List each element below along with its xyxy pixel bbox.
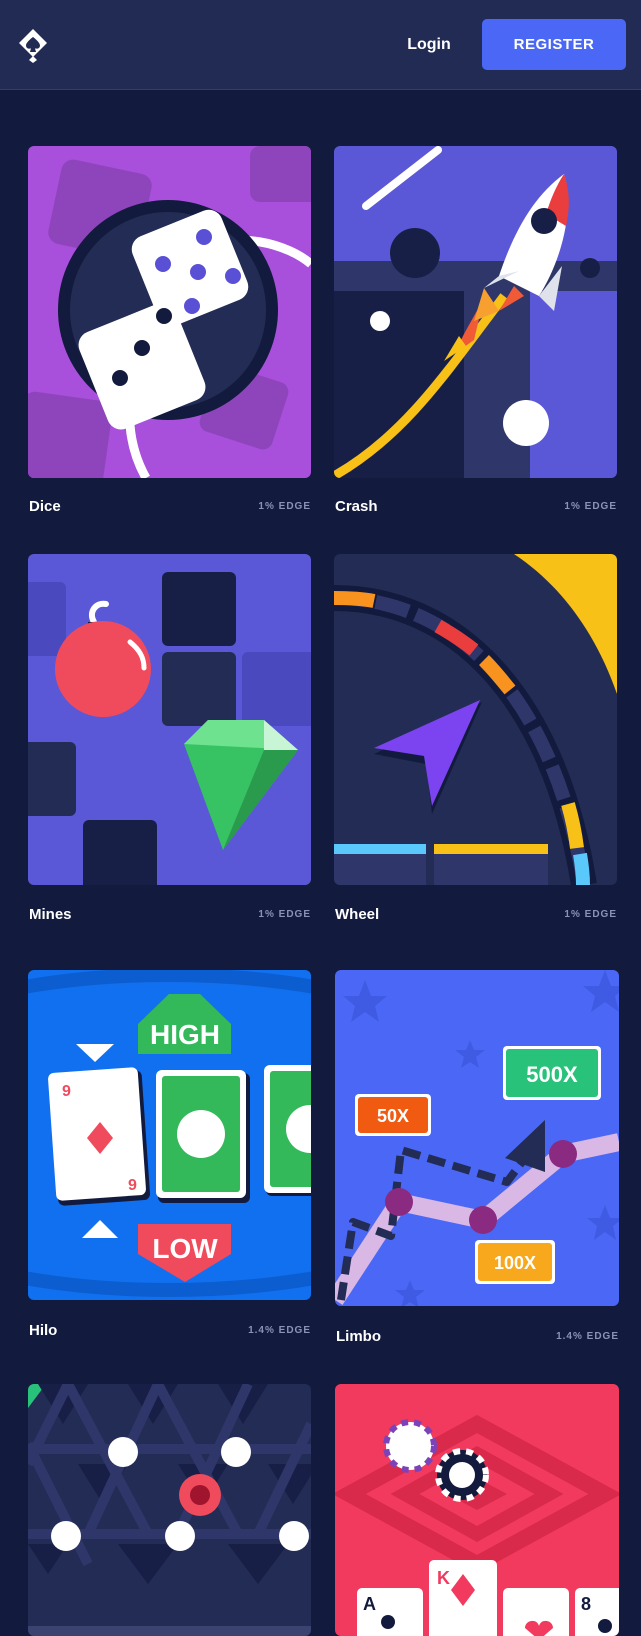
game-card-mines[interactable]: Mines 1% EDGE [28, 554, 311, 924]
house-edge-label: 1.4% EDGE [556, 1331, 619, 1342]
dice-thumbnail[interactable] [28, 146, 311, 478]
game-card-hilo[interactable]: HIGH LOW 9 9 Hilo 1.4% EDGE [28, 970, 311, 1340]
playing-card-nine: 9 9 [48, 1067, 151, 1206]
multiplier-label: 100X [494, 1253, 536, 1273]
house-edge-label: 1% EDGE [564, 909, 617, 920]
game-card-wheel[interactable]: Wheel 1% EDGE [334, 554, 617, 924]
card-rank: 8 [581, 1594, 591, 1614]
register-button[interactable]: REGISTER [482, 19, 626, 70]
game-name: Dice [29, 498, 61, 515]
house-edge-label: 1.4% EDGE [248, 1325, 311, 1336]
game-name: Hilo [29, 1322, 58, 1339]
house-edge-label: 1% EDGE [258, 909, 311, 920]
card-rank: A [363, 1594, 376, 1614]
plinko-thumbnail[interactable] [28, 1384, 311, 1636]
game-card-video-poker[interactable]: K A 8 [335, 1384, 619, 1636]
card-rank-bottom: 9 [128, 1177, 137, 1194]
wheel-thumbnail[interactable] [334, 554, 617, 885]
spade-icon [381, 1615, 395, 1629]
high-label: HIGH [150, 1019, 220, 1050]
top-bar: Login REGISTER [0, 0, 641, 90]
video-poker-thumbnail[interactable]: K A 8 [335, 1384, 619, 1636]
house-edge-label: 1% EDGE [258, 501, 311, 512]
limbo-thumbnail[interactable]: 50X 500X 100X [335, 970, 619, 1306]
crash-thumbnail[interactable] [334, 146, 617, 478]
spade-icon [598, 1619, 612, 1633]
chip-icon [383, 1419, 437, 1473]
game-name: Crash [335, 498, 378, 515]
low-label: LOW [152, 1233, 218, 1264]
game-name: Wheel [335, 906, 380, 923]
chip-icon [435, 1448, 489, 1502]
house-edge-label: 1% EDGE [564, 501, 617, 512]
card-rank: K [437, 1568, 450, 1588]
multiplier-label: 500X [526, 1062, 578, 1087]
game-name: Limbo [336, 1328, 381, 1345]
login-button[interactable]: Login [380, 24, 478, 66]
card-rank-top: 9 [62, 1083, 71, 1100]
game-card-limbo[interactable]: 50X 500X 100X Limbo 1.4% EDGE [335, 970, 619, 1346]
game-card-plinko[interactable] [28, 1384, 311, 1636]
game-card-crash[interactable]: Crash 1% EDGE [334, 146, 617, 516]
game-card-dice[interactable]: Dice 1% EDGE [28, 146, 311, 516]
game-name: Mines [29, 906, 72, 923]
mines-thumbnail[interactable] [28, 554, 311, 885]
spade-logo-icon[interactable] [16, 27, 50, 63]
hilo-thumbnail[interactable]: HIGH LOW 9 9 [28, 970, 311, 1300]
multiplier-label: 50X [377, 1106, 409, 1126]
